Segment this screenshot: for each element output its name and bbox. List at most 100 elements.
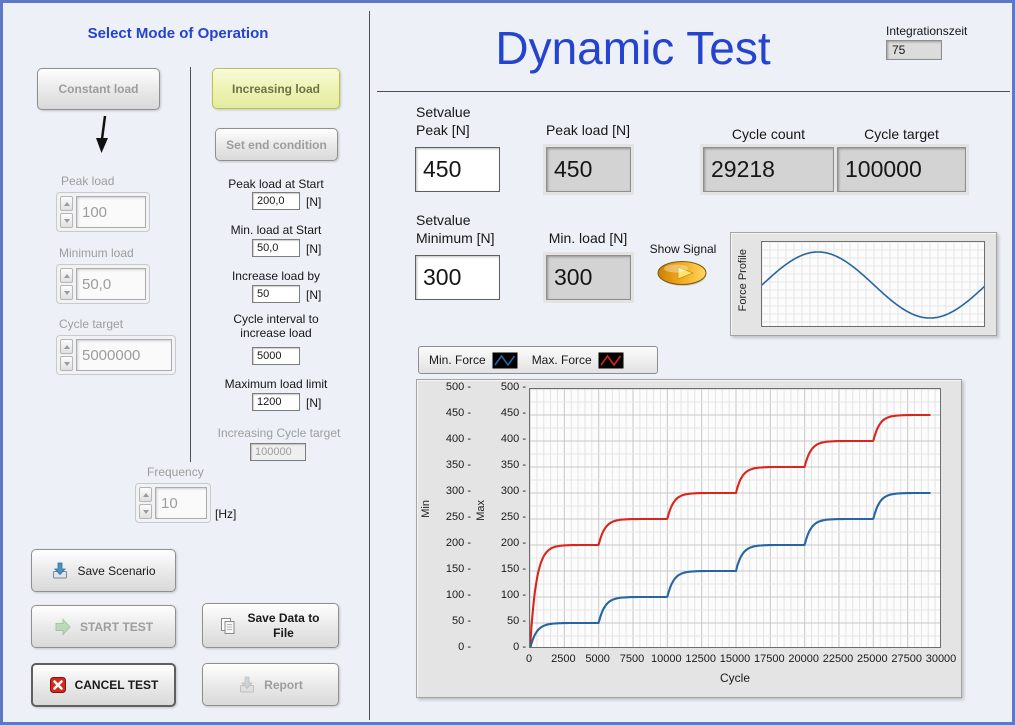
x-tick-label: 2500 (551, 653, 575, 665)
set-end-condition-button[interactable]: Set end condition (215, 128, 338, 161)
y-tick-label: 50 - (452, 615, 471, 627)
min-load-indicator-label: Min. load [N] (523, 230, 653, 246)
y-tick-label: 200 - (446, 537, 471, 549)
min-force-swatch-icon (492, 352, 518, 369)
legend-item-max-force[interactable]: Max. Force (532, 352, 624, 369)
y-axis-min-name: Min (420, 500, 432, 518)
y-tick-label: 300 - (446, 485, 471, 497)
setvalue-peak-label-line1: Setvalue (416, 104, 470, 120)
setvalue-minimum-label-line1: Setvalue (416, 212, 470, 228)
x-tick-label: 5000 (585, 653, 609, 665)
x-tick-label: 22500 (823, 653, 854, 665)
peak-load-at-start-field[interactable]: 200,0 (252, 192, 300, 210)
cycle-target-spinner[interactable] (60, 339, 73, 371)
cycle-target-control[interactable]: 5000000 (56, 335, 176, 375)
report-button[interactable]: Report (202, 663, 339, 706)
y-tick-label: 0 - (458, 641, 471, 653)
y-axis-max-name: Max (475, 500, 487, 521)
legend-min-label: Min. Force (429, 353, 486, 367)
cycle-target-value[interactable]: 5000000 (76, 339, 172, 371)
frequency-value[interactable]: 10 (155, 487, 207, 519)
legend-item-min-force[interactable]: Min. Force (429, 352, 518, 369)
header-divider (377, 91, 1010, 92)
constant-load-button[interactable]: Constant load (37, 68, 160, 110)
cycle-interval-label: Cycle interval to increase load (216, 312, 336, 340)
integrationszeit-value: 75 (886, 40, 942, 60)
save-data-button[interactable]: Save Data to File (202, 603, 339, 648)
cycle-target-indicator: 100000 (837, 147, 966, 192)
y-tick-label: 100 - (446, 589, 471, 601)
min-load-at-start-field[interactable]: 50,0 (252, 239, 300, 257)
minimum-load-label: Minimum load (59, 246, 134, 260)
increasing-cycle-target-field[interactable]: 100000 (250, 443, 306, 461)
increase-load-by-unit: [N] (306, 288, 321, 302)
setvalue-peak-input[interactable]: 450 (415, 147, 500, 192)
cycle-interval-field[interactable]: 5000 (252, 347, 300, 365)
increase-load-by-label: Increase load by (210, 269, 342, 283)
cycle-count-label: Cycle count (703, 126, 834, 142)
peak-load-spinner[interactable] (60, 196, 73, 228)
x-tick-label: 12500 (685, 653, 716, 665)
y-tick-label: 100 - (501, 589, 526, 601)
cycle-target-indicator-label: Cycle target (837, 126, 966, 142)
x-tick-label: 10000 (651, 653, 682, 665)
min-load-at-start-unit: [N] (306, 242, 321, 256)
cycle-target-label: Cycle target (59, 317, 123, 331)
peak-load-at-start-unit: [N] (306, 195, 321, 209)
save-scenario-label: Save Scenario (77, 564, 155, 578)
y-axis-max-ticks: 0 -50 -100 -150 -200 -250 -300 -350 -400… (488, 380, 526, 697)
max-force-swatch-icon (598, 352, 624, 369)
cancel-test-button[interactable]: CANCEL TEST (31, 663, 176, 707)
frequency-spinner[interactable] (139, 487, 152, 519)
x-axis-ticks: 0250050007500100001250015000175002000022… (417, 653, 961, 667)
y-tick-label: 400 - (501, 433, 526, 445)
force-profile-panel: Force Profile (730, 232, 997, 336)
y-tick-label: 150 - (446, 563, 471, 575)
y-tick-label: 150 - (501, 563, 526, 575)
cancel-test-label: CANCEL TEST (75, 678, 159, 692)
minimum-load-control[interactable]: 50,0 (56, 264, 150, 304)
start-test-button[interactable]: START TEST (31, 605, 176, 648)
y-tick-label: 250 - (446, 511, 471, 523)
maximum-load-limit-unit: [N] (306, 396, 321, 410)
page-title: Dynamic Test (433, 21, 833, 75)
integrationszeit-label: Integrationszeit (886, 24, 967, 38)
y-tick-label: 300 - (501, 485, 526, 497)
y-tick-label: 50 - (507, 615, 526, 627)
start-test-label: START TEST (80, 620, 153, 634)
main-plot-area (529, 388, 941, 648)
minimum-load-value[interactable]: 50,0 (76, 268, 146, 300)
min-load-at-start-label: Min. load at Start (210, 223, 342, 237)
column-divider (190, 67, 191, 462)
frequency-control[interactable]: 10 (135, 483, 211, 523)
maximum-load-limit-field[interactable]: 1200 (252, 393, 300, 411)
peak-load-control[interactable]: 100 (56, 192, 150, 232)
y-tick-label: 350 - (446, 459, 471, 471)
x-tick-label: 7500 (620, 653, 644, 665)
x-tick-label: 17500 (754, 653, 785, 665)
app-window: { "colors": { "accent_blue": "#2443cf", … (0, 0, 1015, 725)
x-tick-label: 27500 (891, 653, 922, 665)
x-tick-label: 15000 (720, 653, 751, 665)
y-tick-label: 450 - (501, 407, 526, 419)
setvalue-minimum-input[interactable]: 300 (415, 255, 500, 300)
y-tick-label: 250 - (501, 511, 526, 523)
minimum-load-spinner[interactable] (60, 268, 73, 300)
force-profile-plot (761, 241, 985, 327)
increase-load-by-field[interactable]: 50 (252, 285, 300, 303)
save-scenario-button[interactable]: Save Scenario (31, 549, 176, 592)
x-tick-label: 25000 (857, 653, 888, 665)
legend-max-label: Max. Force (532, 353, 592, 367)
x-tick-label: 0 (526, 653, 532, 665)
frequency-unit: [Hz] (215, 507, 236, 521)
x-axis-label: Cycle (529, 671, 941, 685)
save-data-label: Save Data to File (245, 611, 323, 641)
mode-selection-title: Select Mode of Operation (43, 25, 313, 42)
maximum-load-limit-label: Maximum load limit (210, 377, 342, 391)
increasing-load-button[interactable]: Increasing load (212, 68, 340, 109)
report-icon (238, 676, 256, 694)
cycle-count-indicator: 29218 (703, 147, 834, 192)
show-signal-toggle[interactable] (656, 259, 710, 289)
peak-load-value[interactable]: 100 (76, 196, 146, 228)
frequency-label: Frequency (147, 465, 204, 479)
